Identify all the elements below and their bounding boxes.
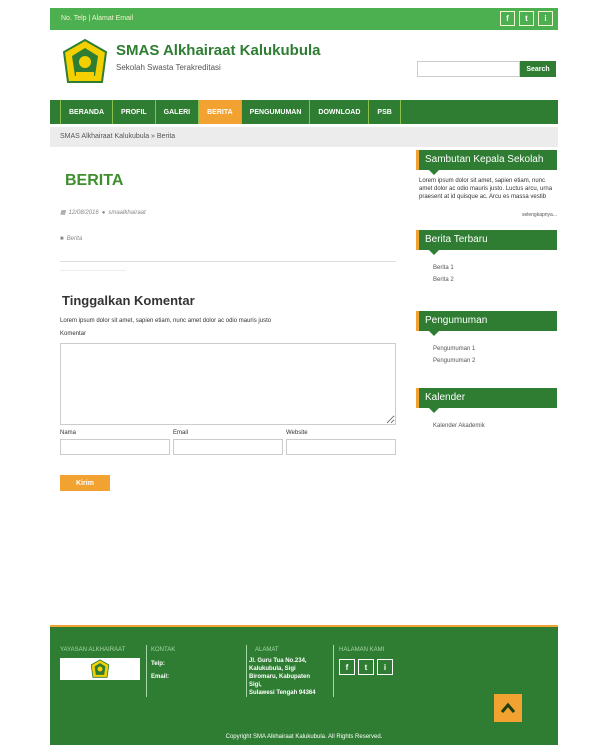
website-label: Website <box>286 430 308 436</box>
page-title: BERITA <box>65 172 124 189</box>
twitter-icon[interactable]: t <box>519 11 534 26</box>
widget-title-pengumuman: Pengumuman <box>416 311 557 336</box>
footer-divider <box>246 645 247 697</box>
topbar-social: f t i <box>500 11 553 26</box>
read-more-link[interactable]: selengkapnya... <box>522 212 557 218</box>
site-subtitle: Sekolah Swasta Terakreditasi <box>116 63 221 72</box>
search-input[interactable] <box>417 61 520 77</box>
post-date: 12/08/2016 <box>68 209 99 216</box>
pengumuman-list: Pengumuman 1 Pengumuman 2 <box>416 343 557 367</box>
nav-item-berita[interactable]: BERITA <box>199 100 242 124</box>
topbar: No. Telp | Alamat Email f t i <box>0 0 597 30</box>
footer-kontak-title: KONTAK <box>151 647 176 653</box>
copyright: Copyright SMA Alkhairaat Kalukubula. All… <box>225 734 383 740</box>
breadcrumb[interactable]: SMAS Alkhairaat Kalukubula » Berita <box>50 127 558 147</box>
comment-label: Komentar <box>60 331 87 337</box>
folder-icon: ■ <box>60 236 64 242</box>
sambutan-text: Lorem ipsum dolor sit amet, sapien etiam… <box>419 178 553 200</box>
submit-button[interactable]: Kirim <box>60 475 110 491</box>
widget-title-sambutan: Sambutan Kepala Sekolah <box>416 150 557 175</box>
website-field[interactable] <box>286 439 396 455</box>
topbar-contact: No. Telp | Alamat Email <box>61 15 134 22</box>
berita-list: Berita 1 Berita 2 <box>416 262 557 286</box>
footer-yayasan-title: YAYASAN ALKHAIRAAT <box>60 647 126 653</box>
divider-short <box>60 270 126 271</box>
footer-kontak: Telp: Email: <box>151 658 169 684</box>
twitter-icon[interactable]: t <box>358 659 374 675</box>
email-field[interactable] <box>173 439 283 455</box>
back-to-top-button[interactable] <box>494 694 522 722</box>
name-field[interactable] <box>60 439 170 455</box>
nav-item-download[interactable]: DOWNLOAD <box>310 100 370 124</box>
comment-textarea[interactable] <box>60 343 396 425</box>
category-link[interactable]: Berita <box>67 236 83 242</box>
topbar-strip: No. Telp | Alamat Email f t i <box>50 8 558 30</box>
footer-divider <box>146 645 147 697</box>
nav-item-galeri[interactable]: GALERI <box>156 100 200 124</box>
chevron-up-icon <box>500 702 516 713</box>
widget-pengumuman: Pengumuman Pengumuman 1 Pengumuman 2 <box>416 311 557 367</box>
widget-kalender: Kalender Kalender Akademik <box>416 388 557 432</box>
email-label: Email <box>173 430 189 436</box>
site-title[interactable]: SMAS Alkhairaat Kalukubula <box>116 42 321 59</box>
facebook-icon[interactable]: f <box>339 659 355 675</box>
nav-item-profil[interactable]: PROFIL <box>113 100 156 124</box>
calendar-icon: ▦ <box>60 210 66 216</box>
name-label: Nama <box>60 430 77 436</box>
footer-social: f t i <box>339 659 393 675</box>
post-category: ■ Berita <box>60 236 82 242</box>
school-logo-icon[interactable] <box>62 38 108 86</box>
search-button[interactable]: Search <box>520 61 556 77</box>
comment-title: Tinggalkan Komentar <box>62 293 195 308</box>
facebook-icon[interactable]: f <box>500 11 515 26</box>
nav-item-pengumuman[interactable]: PENGUMUMAN <box>242 100 311 124</box>
user-icon: ● <box>101 209 106 216</box>
divider <box>60 261 396 262</box>
list-item[interactable]: Berita 1 <box>416 262 557 274</box>
instagram-icon[interactable]: i <box>377 659 393 675</box>
widget-sambutan: Sambutan Kepala Sekolah Lorem ipsum dolo… <box>416 150 557 218</box>
site-footer: YAYASAN ALKHAIRAAT KONTAK Telp: Email: A… <box>50 625 558 745</box>
widget-berita: Berita Terbaru Berita 1 Berita 2 <box>416 230 557 286</box>
list-item[interactable]: Kalender Akademik <box>416 420 557 432</box>
post-author[interactable]: smaalkhairaat <box>108 210 145 216</box>
footer-telp: Telp: <box>151 661 165 667</box>
nav-item-beranda[interactable]: BERANDA <box>60 100 113 124</box>
main-nav: BERANDA PROFIL GALERI BERITA PENGUMUMAN … <box>50 100 558 124</box>
footer-divider <box>333 645 334 697</box>
widget-title-berita: Berita Terbaru <box>416 230 557 255</box>
list-item[interactable]: Berita 2 <box>416 274 557 286</box>
comment-description: Lorem ipsum dolor sit amet, sapien etiam… <box>60 318 272 324</box>
kalender-list: Kalender Akademik <box>416 420 557 432</box>
nav-item-psb[interactable]: PSB <box>369 100 401 124</box>
school-logo-icon <box>90 659 110 678</box>
list-item[interactable]: Pengumuman 1 <box>416 343 557 355</box>
post-meta: ▦ 12/08/2016 ● smaalkhairaat <box>60 209 146 217</box>
footer-alamat: Jl. Guru Tua No.234, Kalukubula, Sigi Bi… <box>249 658 316 696</box>
footer-halaman-title: HALAMAN KAMI <box>339 647 385 653</box>
footer-alamat-title: ALAMAT <box>255 647 279 653</box>
list-item[interactable]: Pengumuman 2 <box>416 355 557 367</box>
site-header: SMAS Alkhairaat Kalukubula Sekolah Swast… <box>50 30 558 100</box>
instagram-icon[interactable]: i <box>538 11 553 26</box>
widget-title-kalender: Kalender <box>416 388 557 413</box>
footer-logo <box>60 658 140 680</box>
footer-email: Email: <box>151 674 170 680</box>
